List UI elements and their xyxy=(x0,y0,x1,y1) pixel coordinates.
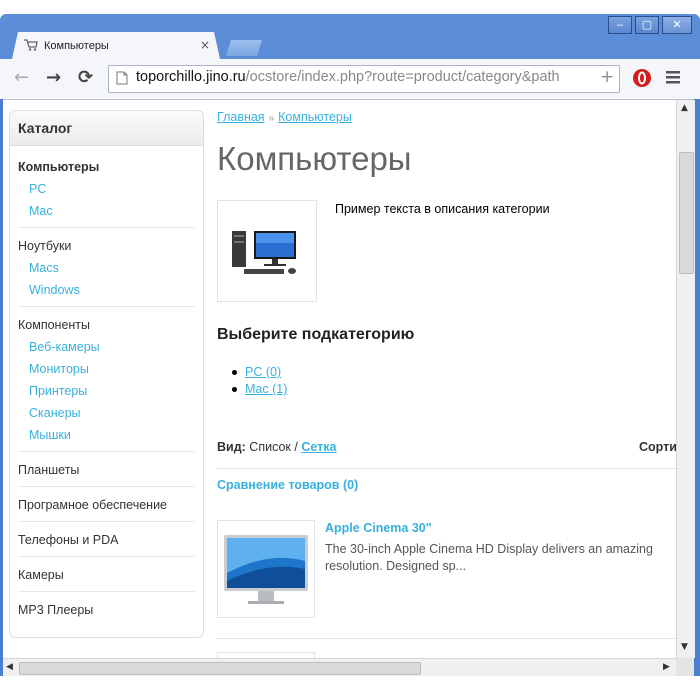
forward-arrow-icon[interactable]: → xyxy=(46,67,61,89)
product-image[interactable] xyxy=(217,520,315,618)
window-controls: ‒ ▢ ✕ xyxy=(605,16,692,34)
tab-title: Компьютеры xyxy=(44,40,109,52)
category-list: Компьютеры PC Mac Ноутбуки Macs Windows Компон… xyxy=(10,146,203,626)
minimize-button[interactable]: ‒ xyxy=(608,16,632,34)
view-separator: / xyxy=(294,440,298,454)
breadcrumb-home-link[interactable]: Главная xyxy=(217,110,265,124)
scroll-down-arrow-icon[interactable]: ▼ xyxy=(681,642,688,652)
subcategory-item: PC (0) xyxy=(231,364,287,381)
page-title: Компьютеры xyxy=(217,140,412,177)
sidebar-item-category[interactable]: Планшеты xyxy=(18,459,195,481)
sidebar-item-category[interactable]: Компоненты xyxy=(18,314,195,336)
page-viewport: Каталог Компьютеры PC Mac Ноутбуки Macs Windo… xyxy=(3,100,676,658)
category-group: Телефоны и PDA xyxy=(10,522,203,556)
category-group: Компоненты Веб-камеры Мониторы Принтеры Скан… xyxy=(10,307,203,451)
category-description: Пример текста в описания категории xyxy=(335,202,550,216)
add-bookmark-icon[interactable]: + xyxy=(600,67,614,87)
sidebar-item-subcategory[interactable]: Веб-камеры xyxy=(18,336,195,358)
sidebar-item-category[interactable]: Компьютеры xyxy=(18,156,195,178)
tab-close-icon[interactable]: × xyxy=(200,38,210,52)
view-grid-link[interactable]: Сетка xyxy=(301,440,336,454)
address-url[interactable]: toporchillo.jino.ru/ocstore/index.php?ro… xyxy=(136,69,596,85)
new-tab-button[interactable] xyxy=(226,40,262,56)
subcategory-link-pc[interactable]: PC (0) xyxy=(245,365,281,379)
category-group: Програмное обеспечение xyxy=(10,487,203,521)
sidebar-item-subcategory[interactable]: Mac xyxy=(18,200,195,222)
subcategory-link-mac[interactable]: Mac (1) xyxy=(245,382,287,396)
horizontal-scroll-thumb[interactable] xyxy=(19,662,421,675)
reload-icon[interactable]: ⟳ xyxy=(78,67,93,89)
sidebar-item-category[interactable]: Телефоны и PDA xyxy=(18,529,195,551)
horizontal-scrollbar[interactable]: ◀ ▶ xyxy=(3,658,676,677)
category-group: Компьютеры PC Mac xyxy=(10,146,203,227)
sidebar-item-subcategory[interactable]: Мышки xyxy=(18,424,195,446)
sidebar-item-category[interactable]: Ноутбуки xyxy=(18,235,195,257)
sidebar-item-subcategory[interactable]: Windows xyxy=(18,279,195,301)
url-host: toporchillo.jino.ru xyxy=(136,69,246,85)
subcategory-heading: Выберите подкатегорию xyxy=(217,326,415,343)
breadcrumb-current-link[interactable]: Компьютеры xyxy=(278,110,352,124)
scroll-up-arrow-icon[interactable]: ▲ xyxy=(681,103,688,113)
monitor-image xyxy=(224,535,308,604)
sidebar-item-subcategory[interactable]: Мониторы xyxy=(18,358,195,380)
product-name-link[interactable]: Apple Cinema 30" xyxy=(325,521,432,535)
divider xyxy=(217,468,676,469)
scroll-right-arrow-icon[interactable]: ▶ xyxy=(663,662,670,672)
category-image xyxy=(217,200,317,302)
page-icon xyxy=(116,71,128,85)
catalog-sidebar: Каталог Компьютеры PC Mac Ноутбуки Macs Windo… xyxy=(9,110,204,638)
sidebar-item-subcategory[interactable]: Macs xyxy=(18,257,195,279)
category-group: Камеры xyxy=(10,557,203,591)
sidebar-item-category[interactable]: Камеры xyxy=(18,564,195,586)
view-label: Вид: xyxy=(217,440,246,454)
sort-label: Сорти xyxy=(639,440,676,454)
main-content: Главная» Компьютеры Компьютеры Пример тек… xyxy=(217,100,676,658)
menu-icon[interactable] xyxy=(666,69,680,85)
category-group: Планшеты xyxy=(10,452,203,486)
opera-extension-icon[interactable] xyxy=(632,68,652,88)
url-path: /ocstore/index.php?route=product/categor… xyxy=(245,69,560,85)
vertical-scrollbar[interactable]: ▲ ▼ xyxy=(676,100,695,658)
page-margin-bottom xyxy=(0,676,700,700)
category-group: MP3 Плееры xyxy=(10,592,203,626)
vertical-scroll-thumb[interactable] xyxy=(679,152,694,274)
computer-image xyxy=(232,231,296,274)
cart-favicon-icon xyxy=(24,39,38,51)
sidebar-item-subcategory[interactable]: PC xyxy=(18,178,195,200)
scrollbar-corner xyxy=(676,658,694,676)
breadcrumb-separator: » xyxy=(268,113,275,124)
compare-products-link[interactable]: Сравнение товаров (0) xyxy=(217,478,358,492)
breadcrumb: Главная» Компьютеры xyxy=(217,110,352,124)
category-group: Ноутбуки Macs Windows xyxy=(10,228,203,306)
view-list-option[interactable]: Список xyxy=(249,440,291,454)
subcategory-item: Mac (1) xyxy=(231,381,287,398)
back-arrow-icon[interactable]: ← xyxy=(14,67,29,89)
close-window-button[interactable]: ✕ xyxy=(662,16,692,34)
product-description-line: resolution. Designed sp... xyxy=(325,559,467,573)
product-description: The 30-inch Apple Cinema HD Display deli… xyxy=(325,541,676,575)
maximize-button[interactable]: ▢ xyxy=(635,16,659,34)
subcategory-list: PC (0) Mac (1) xyxy=(231,364,287,398)
divider xyxy=(217,638,676,639)
sidebar-item-category[interactable]: MP3 Плееры xyxy=(18,599,195,621)
sidebar-item-subcategory[interactable]: Принтеры xyxy=(18,380,195,402)
scroll-left-arrow-icon[interactable]: ◀ xyxy=(6,662,13,672)
sidebar-item-category[interactable]: Програмное обеспечение xyxy=(18,494,195,516)
catalog-title: Каталог xyxy=(10,111,203,146)
product-description-line: The 30-inch Apple Cinema HD Display deli… xyxy=(325,542,653,556)
sidebar-item-subcategory[interactable]: Сканеры xyxy=(18,402,195,424)
view-switcher: Вид: Список / Сетка xyxy=(217,440,676,454)
